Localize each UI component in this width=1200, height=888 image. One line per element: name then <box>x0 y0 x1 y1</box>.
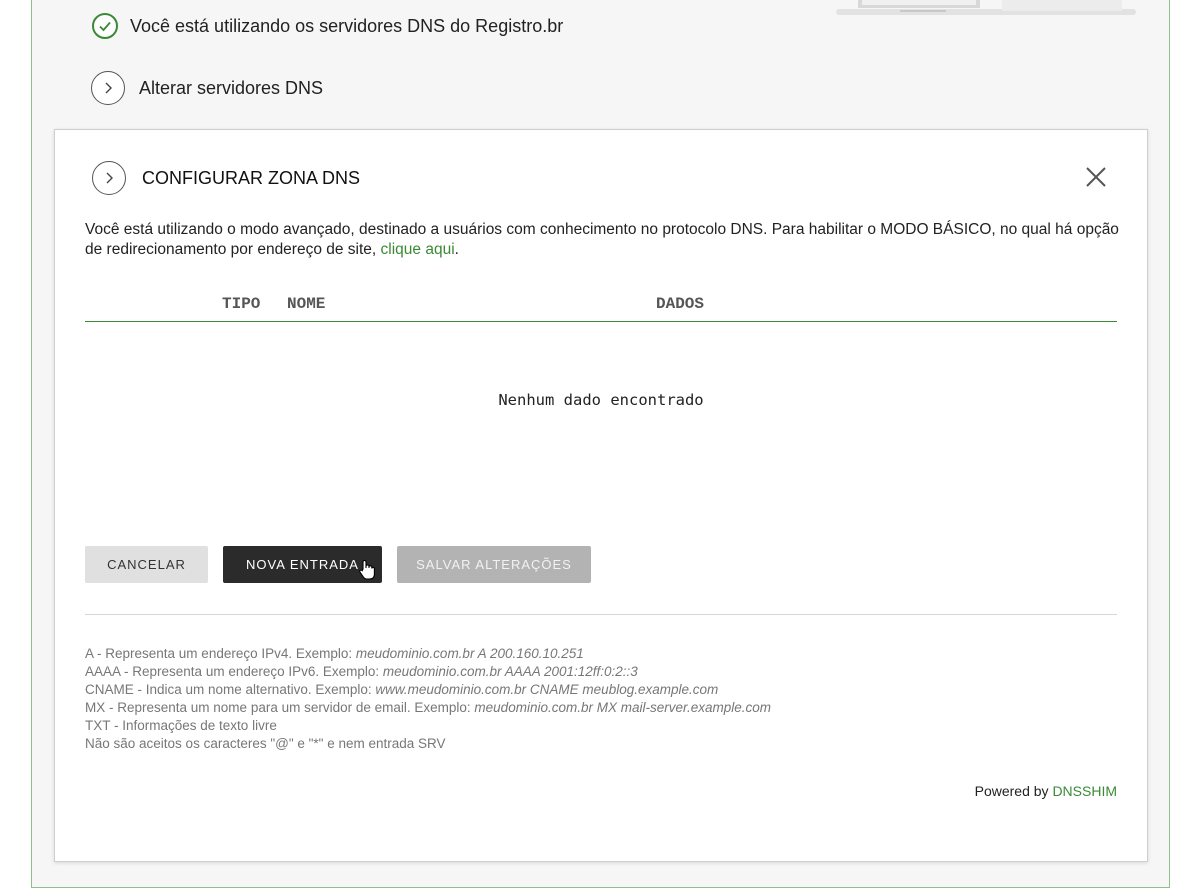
help-line-mx: MX - Representa um nome para um servidor… <box>85 700 772 715</box>
record-types-help: A - Representa um endereço IPv4. Exemplo… <box>85 645 771 753</box>
column-header-dados: DADOS <box>656 295 705 313</box>
dnsshim-link[interactable]: DNSSHIM <box>1052 783 1117 799</box>
help-line-cname: CNAME - Indica um nome alternativo. Exem… <box>85 682 719 697</box>
divider <box>85 614 1117 615</box>
dns-status-row: Você está utilizando os servidores DNS d… <box>92 11 563 41</box>
dns-zone-modal: CONFIGURAR ZONA DNS Você está utilizando… <box>54 129 1148 862</box>
powered-by: Powered by DNSSHIM <box>975 783 1117 799</box>
help-line-a: A - Representa um endereço IPv4. Exemplo… <box>85 646 584 661</box>
hand-cursor-icon <box>359 559 375 580</box>
close-button[interactable] <box>1083 164 1109 190</box>
help-line-aaaa: AAAA - Representa um endereço IPv6. Exem… <box>85 664 638 679</box>
chevron-right-icon <box>91 71 125 105</box>
modal-title: CONFIGURAR ZONA DNS <box>142 167 361 188</box>
powered-prefix: Powered by <box>974 783 1053 799</box>
advanced-mode-notice: Você está utilizando o modo avançado, de… <box>85 220 1120 260</box>
cancel-button[interactable]: CANCELAR <box>85 546 208 583</box>
alter-dns-servers-toggle[interactable]: Alterar servidores DNS <box>91 71 323 105</box>
alter-dns-label: Alterar servidores DNS <box>139 77 324 98</box>
column-header-nome: NOME <box>287 295 326 313</box>
help-line-txt: TXT - Informações de texto livre <box>85 718 277 733</box>
check-icon <box>92 13 118 39</box>
click-here-link[interactable]: clique aqui <box>381 241 455 258</box>
notice-end: . <box>454 241 459 258</box>
modal-header-toggle[interactable]: CONFIGURAR ZONA DNS <box>92 161 360 195</box>
notice-text: Você está utilizando o modo avançado, de… <box>85 221 1119 258</box>
help-line-restrictions: Não são aceitos os caracteres "@" e "*" … <box>85 736 446 751</box>
dns-table-header: TIPO NOME DADOS <box>85 291 1117 322</box>
close-icon <box>1086 167 1106 187</box>
save-changes-button[interactable]: SALVAR ALTERAÇÕES <box>397 546 591 583</box>
empty-table-message: Nenhum dado encontrado <box>498 391 704 409</box>
laptop-illustration <box>836 0 1136 15</box>
column-header-tipo: TIPO <box>222 295 261 313</box>
dns-status-text: Você está utilizando os servidores DNS d… <box>130 15 564 36</box>
chevron-right-icon <box>92 161 126 195</box>
